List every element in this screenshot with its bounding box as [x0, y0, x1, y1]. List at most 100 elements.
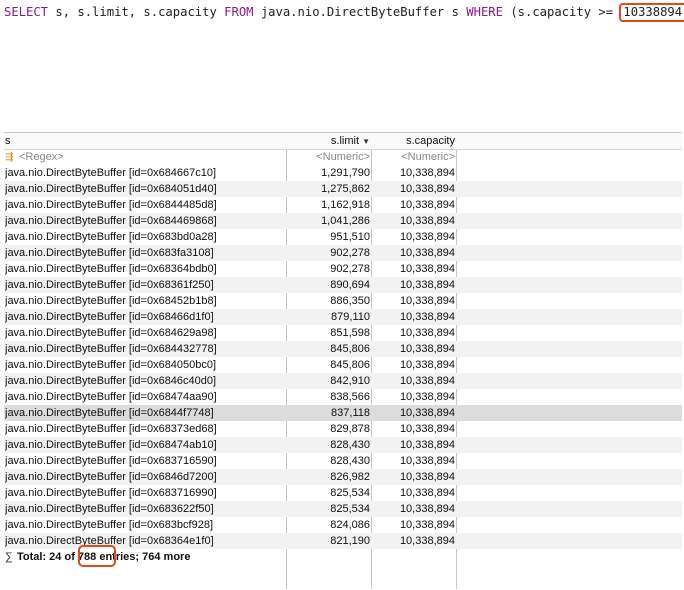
keyword-select: SELECT — [4, 5, 49, 19]
object-cell: java.nio.DirectByteBuffer [id=0x684051d4… — [5, 183, 217, 195]
capacity-cell: 10,338,894 — [399, 167, 455, 179]
total-text: ∑ Total: 24 of 788 entries; 764 more — [5, 551, 191, 563]
limit-cell: 845,806 — [330, 343, 370, 355]
object-cell: java.nio.DirectByteBuffer [id=0x68371659… — [5, 455, 217, 467]
object-cell: java.nio.DirectByteBuffer [id=0x68361f25… — [5, 279, 214, 291]
limit-cell: 1,041,286 — [321, 215, 370, 227]
limit-cell: 826,982 — [330, 471, 370, 483]
table-row[interactable]: java.nio.DirectByteBuffer [id=0x683bcf92… — [4, 517, 682, 533]
limit-cell: 1,162,918 — [321, 199, 370, 211]
object-cell: java.nio.DirectByteBuffer [id=0x684629a9… — [5, 327, 217, 339]
capacity-cell: 10,338,894 — [399, 327, 455, 339]
limit-cell: 821,190 — [330, 535, 370, 547]
limit-cell: 825,534 — [330, 487, 370, 499]
table-row[interactable]: java.nio.DirectByteBuffer [id=0x6846d720… — [4, 469, 682, 485]
capacity-cell: 10,338,894 — [399, 215, 455, 227]
capacity-cell: 10,338,894 — [399, 407, 455, 419]
table-row[interactable]: java.nio.DirectByteBuffer [id=0x6844f774… — [4, 405, 682, 421]
table-row[interactable]: java.nio.DirectByteBuffer [id=0x68371699… — [4, 485, 682, 501]
table-row[interactable]: java.nio.DirectByteBuffer [id=0x68364bdb… — [4, 261, 682, 277]
query-editor[interactable]: SELECT s, s.limit, s.capacity FROM java.… — [4, 2, 684, 22]
table-row[interactable]: java.nio.DirectByteBuffer [id=0x684050bc… — [4, 357, 682, 373]
table-row[interactable]: java.nio.DirectByteBuffer [id=0x684667c1… — [4, 165, 682, 181]
regex-filter-input[interactable]: ⇶ <Regex> — [5, 149, 284, 166]
table-row[interactable]: java.nio.DirectByteBuffer [id=0x68361f25… — [4, 277, 682, 293]
capacity-value: 10338894 — [623, 5, 683, 19]
limit-cell: 828,430 — [330, 439, 370, 451]
chevron-down-icon: ▼ — [362, 137, 370, 146]
column-header-limit[interactable]: s.limit ▼ — [290, 133, 370, 150]
query-text: s, s.limit, s.capacity — [48, 5, 225, 19]
filter-icon: ⇶ — [5, 152, 14, 163]
object-cell: java.nio.DirectByteBuffer [id=0x68452b1b… — [5, 295, 217, 307]
object-cell: java.nio.DirectByteBuffer [id=0x6846c40d… — [5, 375, 217, 387]
capacity-cell: 10,338,894 — [399, 375, 455, 387]
table-row[interactable]: java.nio.DirectByteBuffer [id=0x68443277… — [4, 341, 682, 357]
sum-icon: ∑ — [5, 551, 13, 563]
table-row[interactable]: java.nio.DirectByteBuffer [id=0x68474aa9… — [4, 389, 682, 405]
query-text: java.nio.DirectByteBuffer s — [253, 5, 467, 19]
table-row[interactable]: java.nio.DirectByteBuffer [id=0x68373ed6… — [4, 421, 682, 437]
table-row[interactable]: java.nio.DirectByteBuffer [id=0x683622f5… — [4, 501, 682, 517]
object-cell: java.nio.DirectByteBuffer [id=0x68474ab1… — [5, 439, 217, 451]
table-row[interactable]: java.nio.DirectByteBuffer [id=0x68371659… — [4, 453, 682, 469]
column-header-capacity[interactable]: s.capacity — [375, 133, 455, 149]
table-row[interactable]: java.nio.DirectByteBuffer [id=0x68452b1b… — [4, 293, 682, 309]
capacity-cell: 10,338,894 — [399, 503, 455, 515]
capacity-cell: 10,338,894 — [399, 535, 455, 547]
limit-cell: 842,910 — [330, 375, 370, 387]
table-row[interactable]: java.nio.DirectByteBuffer [id=0x683bd0a2… — [4, 229, 682, 245]
table-row[interactable]: java.nio.DirectByteBuffer [id=0x683fa310… — [4, 245, 682, 261]
limit-cell: 838,566 — [330, 391, 370, 403]
capacity-cell: 10,338,894 — [399, 279, 455, 291]
table-row[interactable]: java.nio.DirectByteBuffer [id=0x684629a9… — [4, 325, 682, 341]
capacity-cell: 10,338,894 — [399, 231, 455, 243]
limit-cell: 837,118 — [331, 407, 370, 419]
object-cell: java.nio.DirectByteBuffer [id=0x68443277… — [5, 343, 217, 355]
table-row[interactable]: java.nio.DirectByteBuffer [id=0x68474ab1… — [4, 437, 682, 453]
capacity-cell: 10,338,894 — [399, 471, 455, 483]
table-row[interactable]: java.nio.DirectByteBuffer [id=0x6846c40d… — [4, 373, 682, 389]
table-row[interactable]: java.nio.DirectByteBuffer [id=0x68466d1f… — [4, 309, 682, 325]
limit-cell: 902,278 — [330, 263, 370, 275]
total-row: ∑ Total: 24 of 788 entries; 764 more — [4, 545, 682, 567]
object-cell: java.nio.DirectByteBuffer [id=0x68364e1f… — [5, 535, 214, 547]
filter-row: ⇶ <Regex> <Numeric> <Numeric> — [4, 149, 682, 165]
capacity-cell: 10,338,894 — [399, 439, 455, 451]
object-cell: java.nio.DirectByteBuffer [id=0x684667c1… — [5, 167, 217, 179]
object-cell: java.nio.DirectByteBuffer [id=0x68373ed6… — [5, 423, 217, 435]
object-cell: java.nio.DirectByteBuffer [id=0x68446986… — [5, 215, 217, 227]
capacity-filter-input[interactable]: <Numeric> — [375, 149, 455, 165]
capacity-cell: 10,338,894 — [399, 423, 455, 435]
capacity-cell: 10,338,894 — [399, 519, 455, 531]
results-table: s s.limit ▼ s.capacity ⇶ <Regex> <Numeric… — [4, 132, 682, 589]
table-row[interactable]: java.nio.DirectByteBuffer [id=0x6844485d… — [4, 197, 682, 213]
table-row[interactable]: java.nio.DirectByteBuffer [id=0x684051d4… — [4, 181, 682, 197]
capacity-cell: 10,338,894 — [399, 183, 455, 195]
column-header-s[interactable]: s — [5, 133, 284, 149]
object-cell: java.nio.DirectByteBuffer [id=0x6844485d… — [5, 199, 217, 211]
keyword-from: FROM — [224, 5, 254, 19]
highlighted-value: 10338894) — [619, 3, 684, 22]
limit-filter-input[interactable]: <Numeric> — [290, 149, 370, 165]
limit-cell: 951,510 — [330, 231, 370, 243]
object-cell: java.nio.DirectByteBuffer [id=0x683fa310… — [5, 247, 214, 259]
limit-cell: 890,694 — [330, 279, 370, 291]
object-cell: java.nio.DirectByteBuffer [id=0x68364bdb… — [5, 263, 217, 275]
limit-cell: 824,086 — [330, 519, 370, 531]
capacity-cell: 10,338,894 — [399, 391, 455, 403]
capacity-cell: 10,338,894 — [399, 247, 455, 259]
highlight-box — [78, 545, 116, 567]
capacity-cell: 10,338,894 — [399, 199, 455, 211]
query-text: (s.capacity >= — [502, 5, 621, 19]
capacity-cell: 10,338,894 — [399, 343, 455, 355]
limit-cell: 886,350 — [330, 295, 370, 307]
capacity-cell: 10,338,894 — [399, 455, 455, 467]
capacity-cell: 10,338,894 — [399, 295, 455, 307]
object-cell: java.nio.DirectByteBuffer [id=0x6846d720… — [5, 471, 217, 483]
capacity-cell: 10,338,894 — [399, 311, 455, 323]
object-cell: java.nio.DirectByteBuffer [id=0x683bcf92… — [5, 519, 214, 531]
object-cell: java.nio.DirectByteBuffer [id=0x68371699… — [5, 487, 217, 499]
table-row[interactable]: java.nio.DirectByteBuffer [id=0x68446986… — [4, 213, 682, 229]
limit-cell: 825,534 — [330, 503, 370, 515]
